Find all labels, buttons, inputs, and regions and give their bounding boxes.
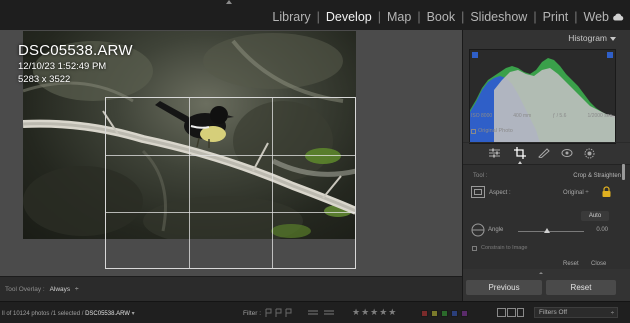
tool-overlay-label: Tool Overlay : — [5, 286, 45, 293]
module-separator: | — [377, 10, 381, 24]
crop-settings-panel: Tool : Crop & Straighten Aspect : Origin… — [463, 164, 630, 269]
color-label-green[interactable] — [441, 310, 448, 317]
selected-file-arrow[interactable]: ▾ — [132, 311, 135, 317]
module-web[interactable]: Web — [583, 10, 610, 24]
module-picker: Library | Develop | Map | Book | Slidesh… — [271, 10, 610, 24]
photo-count: ll of 10124 photos /1 selected / DSC0553… — [2, 310, 135, 317]
canvas-toolbar: Tool Overlay : Always ÷ — [0, 276, 462, 301]
highlight-clipping-indicator[interactable] — [607, 52, 613, 58]
right-panel: Histogram ISO 8000 400 mm ƒ / 5.6 1/2000… — [462, 30, 630, 301]
color-label-blue[interactable] — [451, 310, 458, 317]
healing-brush-icon[interactable] — [538, 148, 550, 158]
histogram-title: Histogram — [568, 33, 607, 43]
filter-label: Filter : — [243, 310, 262, 317]
selected-filename[interactable]: DSC05538.ARW — [85, 311, 130, 317]
crop-reset-link[interactable]: Reset — [563, 261, 579, 267]
crop-grid-line — [189, 98, 190, 268]
module-print[interactable]: Print — [542, 10, 570, 24]
module-separator: | — [533, 10, 537, 24]
module-map[interactable]: Map — [386, 10, 412, 24]
shadow-clipping-indicator[interactable] — [472, 52, 478, 58]
module-separator: | — [417, 10, 421, 24]
module-book[interactable]: Book — [426, 10, 457, 24]
module-separator: | — [316, 10, 320, 24]
panel-scroll-arrow[interactable] — [539, 272, 543, 274]
filters-off-label: Filters Off — [539, 309, 568, 316]
crop-grid-line — [106, 212, 355, 213]
original-photo-checkbox[interactable] — [471, 128, 476, 134]
crop-frame[interactable] — [105, 97, 356, 269]
original-photo-label: Original Photo — [478, 128, 513, 134]
aspect-label: Aspect : — [489, 190, 511, 196]
original-photo-toggle[interactable]: Original Photo — [471, 128, 513, 134]
cloud-sync-icon[interactable] — [612, 13, 624, 21]
module-library[interactable]: Library — [271, 10, 311, 24]
overlay-filename: DSC05538.ARW — [18, 42, 133, 59]
constrain-label: Constrain to Image — [481, 245, 528, 251]
histogram-header[interactable]: Histogram — [463, 30, 630, 46]
exif-iso: ISO 8000 — [471, 113, 493, 119]
crop-grid-line — [106, 155, 355, 156]
red-eye-icon[interactable] — [561, 148, 573, 158]
crop-tool-icon[interactable] — [514, 147, 526, 159]
tool-overlay-arrow[interactable]: ÷ — [75, 286, 79, 293]
crop-grid-line — [272, 98, 273, 268]
overlay-capture-date: 12/10/23 1:52:49 PM — [18, 61, 107, 72]
previous-button[interactable]: Previous — [466, 280, 542, 295]
lock-icon[interactable] — [602, 186, 611, 197]
auto-straighten-button[interactable]: Auto — [581, 211, 609, 221]
flag-filter-icons[interactable] — [264, 308, 344, 318]
collapse-top-panel-arrow[interactable] — [226, 0, 232, 4]
module-slideshow[interactable]: Slideshow — [469, 10, 528, 24]
module-bar: Library | Develop | Map | Book | Slidesh… — [0, 0, 630, 30]
star-rating-filter[interactable]: ★★★★★ — [352, 307, 397, 318]
reset-button[interactable]: Reset — [546, 280, 616, 295]
straighten-tool-icon[interactable] — [471, 223, 485, 237]
filmstrip-bar: ll of 10124 photos /1 selected / DSC0553… — [0, 301, 630, 323]
color-label-red[interactable] — [421, 310, 428, 317]
angle-slider-thumb[interactable] — [544, 228, 550, 233]
panel-bottom-buttons: Previous Reset — [463, 276, 630, 301]
edit-sliders-icon[interactable] — [489, 148, 500, 158]
photo-info-overlay: DSC05538.ARW 12/10/23 1:52:49 PM 5283 x … — [18, 42, 133, 85]
filmstrip-view-icons[interactable] — [497, 308, 525, 318]
color-label-yellow[interactable] — [431, 310, 438, 317]
collapse-triangle-icon[interactable] — [610, 37, 616, 41]
develop-tool-strip — [463, 142, 630, 164]
module-develop[interactable]: Develop — [325, 10, 373, 24]
tool-label: Tool : — [473, 173, 488, 179]
aspect-dropdown[interactable]: Original ÷ — [563, 190, 589, 196]
module-separator: | — [574, 10, 578, 24]
panel-scrollbar[interactable] — [622, 164, 625, 180]
tool-name: Crop & Straighten — [573, 173, 621, 179]
photo-count-text: ll of 10124 photos /1 selected / — [2, 311, 84, 317]
crop-frame-tool-icon[interactable] — [471, 186, 485, 198]
angle-slider-track[interactable] — [518, 231, 584, 232]
color-label-purple[interactable] — [461, 310, 468, 317]
filters-off-arrow[interactable]: ÷ — [611, 309, 614, 319]
filter-preset-dropdown[interactable]: Filters Off ÷ — [534, 307, 618, 318]
tool-overlay-control[interactable]: Tool Overlay : Always ÷ — [5, 286, 79, 293]
exif-shutter: 1/2000 sec — [587, 113, 612, 119]
crop-close-link[interactable]: Close — [591, 261, 606, 267]
angle-value[interactable]: 0.00 — [592, 227, 608, 233]
lightroom-window: Library | Develop | Map | Book | Slidesh… — [0, 0, 630, 323]
constrain-checkbox[interactable] — [472, 245, 477, 251]
tool-overlay-value[interactable]: Always — [50, 286, 71, 293]
angle-label: Angle — [488, 227, 504, 233]
exif-aperture: ƒ / 5.6 — [552, 113, 567, 119]
exif-focal-length: 400 mm — [513, 113, 532, 119]
module-separator: | — [461, 10, 465, 24]
overlay-dimensions: 5283 x 3522 — [18, 74, 71, 85]
image-canvas[interactable]: DSC05538.ARW 12/10/23 1:52:49 PM 5283 x … — [0, 30, 462, 276]
exif-info: ISO 8000 400 mm ƒ / 5.6 1/2000 sec — [471, 113, 612, 119]
constrain-to-image-toggle[interactable]: Constrain to Image — [472, 245, 527, 251]
masking-icon[interactable] — [584, 148, 595, 159]
